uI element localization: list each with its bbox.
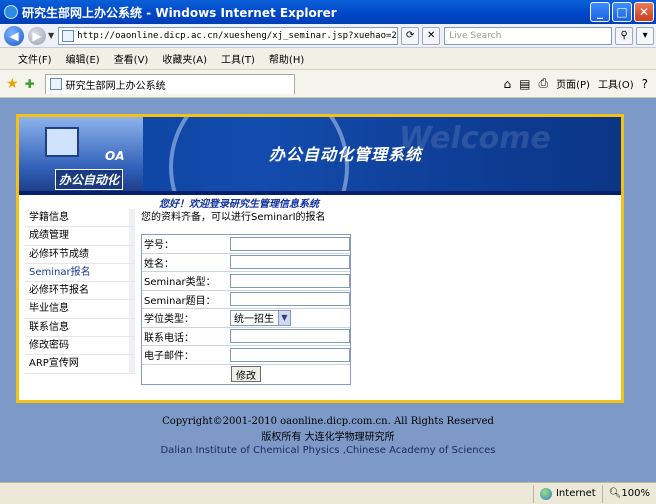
page-icon	[62, 29, 75, 42]
zoom-control[interactable]: 🔍︎ 100%	[601, 484, 656, 503]
intro-text: 您的资料齐备，可以进行SeminarI的报名	[141, 212, 326, 223]
form-row-seminar-title: Seminar题目：	[142, 291, 350, 309]
form-row-name: 姓名：	[142, 254, 350, 272]
form-row-seminar-type: Seminar类型：	[142, 272, 350, 291]
favorites-star-icon[interactable]: ★	[6, 76, 19, 92]
menu-help[interactable]: 帮助(H)	[269, 51, 304, 66]
seminar-title-field[interactable]	[230, 292, 350, 307]
monitor-icon	[45, 127, 79, 157]
email-field[interactable]	[230, 347, 350, 362]
degree-type-label: 学位类型：	[144, 314, 194, 326]
form-row-phone: 联系电话：	[142, 328, 350, 346]
add-favorite-icon[interactable]: ✚	[25, 77, 35, 91]
home-icon[interactable]: ⌂	[504, 77, 512, 91]
oa-logo: OA 办公自动化	[19, 117, 143, 191]
banner-title: 办公自动化管理系统	[269, 145, 423, 164]
menu-bar: 文件(F) 编辑(E) 查看(V) 收藏夹(A) 工具(T) 帮助(H)	[0, 48, 656, 70]
zoom-icon: 🔍︎	[608, 488, 622, 499]
page-menu[interactable]: 页面(P)	[556, 76, 590, 91]
phone-field[interactable]	[230, 329, 350, 344]
form-row-student-id: 学号：	[142, 235, 350, 254]
sidebar-item-student-records[interactable]: 学籍信息	[25, 209, 135, 228]
email-label: 电子邮件：	[144, 351, 194, 363]
logo-text: 办公自动化	[55, 169, 124, 190]
menu-edit[interactable]: 编辑(E)	[66, 51, 100, 66]
tab-label: 研究生部网上办公系统	[65, 80, 166, 92]
seminar-form: 学号： 姓名： Seminar类型： Seminar题目： 学位类型： 统一招生…	[141, 234, 351, 385]
sidebar-item-grades[interactable]: 成绩管理	[25, 227, 135, 246]
globe-icon	[539, 487, 552, 500]
address-bar: ◀ ▶ ▼ http://oaonline.dicp.ac.cn/xueshen…	[0, 24, 656, 48]
sidebar-item-arp[interactable]: ARP宣传网	[25, 355, 135, 374]
forward-button[interactable]: ▶	[28, 26, 46, 45]
sidebar-item-graduation[interactable]: 毕业信息	[25, 300, 135, 319]
sidebar-item-required-grades[interactable]: 必修环节成绩	[25, 245, 135, 264]
page-frame: OA 办公自动化 Welcome 办公自动化管理系统 您好！欢迎登录研究生管理信…	[16, 114, 624, 403]
search-icon[interactable]: ⚲	[615, 26, 634, 45]
seminar-type-label: Seminar类型：	[144, 277, 216, 289]
zone-label: Internet	[555, 488, 596, 499]
chevron-down-icon[interactable]: ▼	[278, 310, 290, 325]
header-banner: OA 办公自动化 Welcome 办公自动化管理系统	[19, 117, 621, 191]
back-button[interactable]: ◀	[4, 25, 24, 46]
search-options-icon[interactable]: ▾	[636, 26, 655, 45]
sidebar-item-password[interactable]: 修改密码	[25, 337, 135, 356]
banner-divider	[19, 191, 621, 195]
tools-menu[interactable]: 工具(O)	[598, 76, 634, 91]
minimize-button[interactable]: _	[590, 2, 610, 22]
student-id-label: 学号：	[144, 240, 174, 252]
sidebar-item-contact[interactable]: 联系信息	[25, 318, 135, 338]
window-title: 研究生部网上办公系统 - Windows Internet Explorer	[22, 5, 337, 20]
tab-page-icon	[49, 78, 62, 90]
student-id-field[interactable]	[230, 236, 350, 251]
tab-bar: ★ ✚ 研究生部网上办公系统 ⌂ ▤ ⎙ 页面(P) 工具(O) ?	[0, 70, 656, 98]
degree-type-value: 统一招生	[234, 314, 274, 326]
tab-current[interactable]: 研究生部网上办公系统	[44, 73, 295, 94]
page-content: OA 办公自动化 Welcome 办公自动化管理系统 您好！欢迎登录研究生管理信…	[0, 98, 656, 482]
maximize-button[interactable]: □	[612, 2, 632, 22]
owner-text: 版权所有 大连化学物理研究所	[261, 432, 395, 443]
copyright-text: Copyright©2001-2010 oaonline.dicp.com.cn…	[162, 416, 494, 427]
menu-tools[interactable]: 工具(T)	[221, 51, 255, 66]
window-titlebar: 研究生部网上办公系统 - Windows Internet Explorer _…	[0, 0, 656, 24]
stop-button[interactable]: ✕	[422, 26, 441, 45]
seminar-type-field[interactable]	[230, 273, 350, 288]
sidebar-item-required-signup[interactable]: 必修环节报名	[25, 282, 135, 301]
print-icon[interactable]: ⎙	[538, 76, 548, 91]
seminar-title-label: Seminar题目：	[144, 295, 216, 307]
security-zone: Internet	[532, 484, 602, 503]
ie-icon	[4, 5, 18, 19]
menu-favorites[interactable]: 收藏夹(A)	[162, 51, 207, 66]
url-text: http://oaonline.dicp.ac.cn/xuesheng/xj_s…	[77, 30, 399, 41]
status-bar: Internet 🔍︎ 100%	[0, 482, 656, 504]
institute-text: Dalian Institute of Chemical Physics ,Ch…	[160, 445, 496, 456]
name-field[interactable]	[230, 255, 350, 270]
sidebar-item-seminar-signup[interactable]: Seminar报名	[25, 263, 135, 283]
degree-type-select[interactable]: 统一招生 ▼	[230, 309, 291, 326]
help-icon[interactable]: ?	[642, 77, 648, 91]
name-label: 姓名：	[144, 258, 174, 270]
history-dropdown-icon[interactable]: ▼	[48, 31, 54, 40]
form-actions: 修改	[142, 365, 350, 384]
url-input[interactable]: http://oaonline.dicp.ac.cn/xuesheng/xj_s…	[58, 26, 399, 45]
menu-file[interactable]: 文件(F)	[18, 51, 52, 66]
form-row-degree-type: 学位类型： 统一招生 ▼	[142, 309, 350, 328]
feeds-icon[interactable]: ▤	[519, 77, 530, 91]
form-row-email: 电子邮件：	[142, 346, 350, 365]
zoom-level: 100%	[621, 488, 650, 499]
modify-button[interactable]: 修改	[231, 366, 261, 382]
logo-oa-text: OA	[105, 149, 125, 163]
footer: Copyright©2001-2010 oaonline.dicp.com.cn…	[0, 416, 656, 456]
sidebar: 学籍信息 成绩管理 必修环节成绩 Seminar报名 必修环节报名 毕业信息 联…	[25, 209, 135, 374]
menu-view[interactable]: 查看(V)	[114, 51, 149, 66]
command-bar: ⌂ ▤ ⎙ 页面(P) 工具(O) ?	[504, 76, 656, 91]
search-input[interactable]: Live Search	[444, 26, 613, 45]
close-button[interactable]: ✕	[634, 2, 654, 22]
refresh-button[interactable]: ⟳	[401, 26, 420, 45]
phone-label: 联系电话：	[144, 332, 194, 344]
